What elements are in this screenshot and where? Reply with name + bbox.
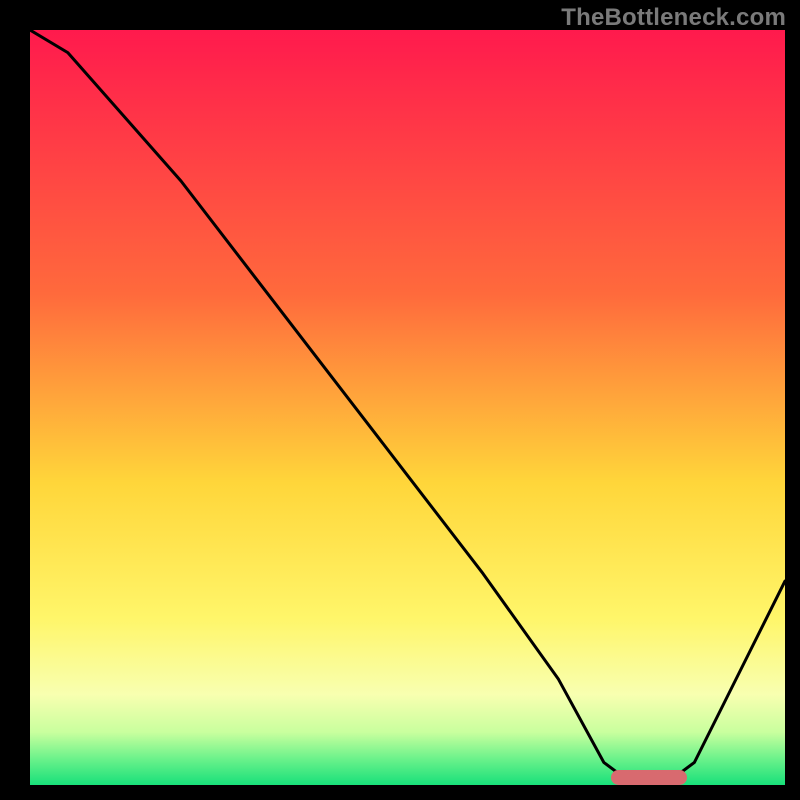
bottleneck-curve [30,30,785,785]
optimal-range-marker [611,770,687,785]
chart-frame: TheBottleneck.com [0,0,800,800]
watermark-text: TheBottleneck.com [561,4,786,32]
plot-area [30,30,785,785]
curve-layer [30,30,785,785]
